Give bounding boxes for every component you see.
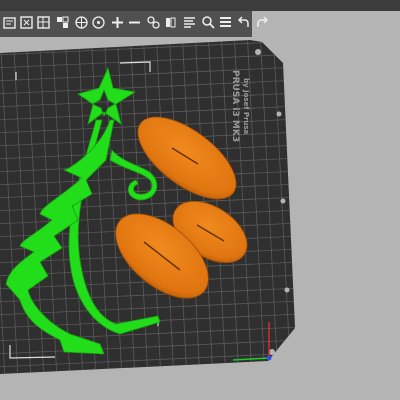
paste-icon [91,15,106,34]
bed-mount-hole [280,198,286,204]
redo-button[interactable] [254,15,269,34]
layers-icon [218,15,233,34]
bed-brand-title: PRUSA i3 MK3 [230,70,240,142]
delete-button[interactable] [19,15,34,34]
search-icon [201,15,216,34]
variable-layer-height-button[interactable] [182,16,197,33]
copy-icon [74,15,89,34]
undo-icon [237,15,252,34]
add-instance-icon [110,15,125,34]
add-instance-button[interactable] [110,16,125,33]
split-parts-button[interactable] [163,16,178,33]
paste-button[interactable] [91,15,106,34]
delete-icon [19,15,34,34]
delete-all-button[interactable] [36,15,51,34]
bed-mount-hole [255,49,261,55]
remove-instance-icon [127,15,142,34]
search-button[interactable] [201,15,216,34]
split-objects-icon [146,15,161,34]
bed-mount-hole [269,349,275,355]
top-toolbar [0,11,269,37]
add-button[interactable] [2,16,17,33]
layers-button[interactable] [218,16,233,33]
arrange-icon [55,15,70,34]
z-axis-dot [266,355,272,361]
arrange-button[interactable] [55,16,70,33]
delete-all-icon [36,15,51,34]
variable-layer-height-icon [182,15,197,34]
redo-icon [254,15,269,34]
copy-button[interactable] [74,15,89,34]
split-parts-icon [163,15,178,34]
undo-button[interactable] [237,15,252,34]
bed-mount-hole [276,111,282,117]
split-objects-button[interactable] [146,15,161,34]
add-icon [2,15,17,34]
3d-viewport[interactable]: PRUSA i3 MK3 by Josef Prusa [0,0,400,400]
bed-mount-hole [284,287,290,293]
remove-instance-button[interactable] [127,16,142,33]
bed-brand-subtitle: by Josef Prusa [242,78,250,135]
